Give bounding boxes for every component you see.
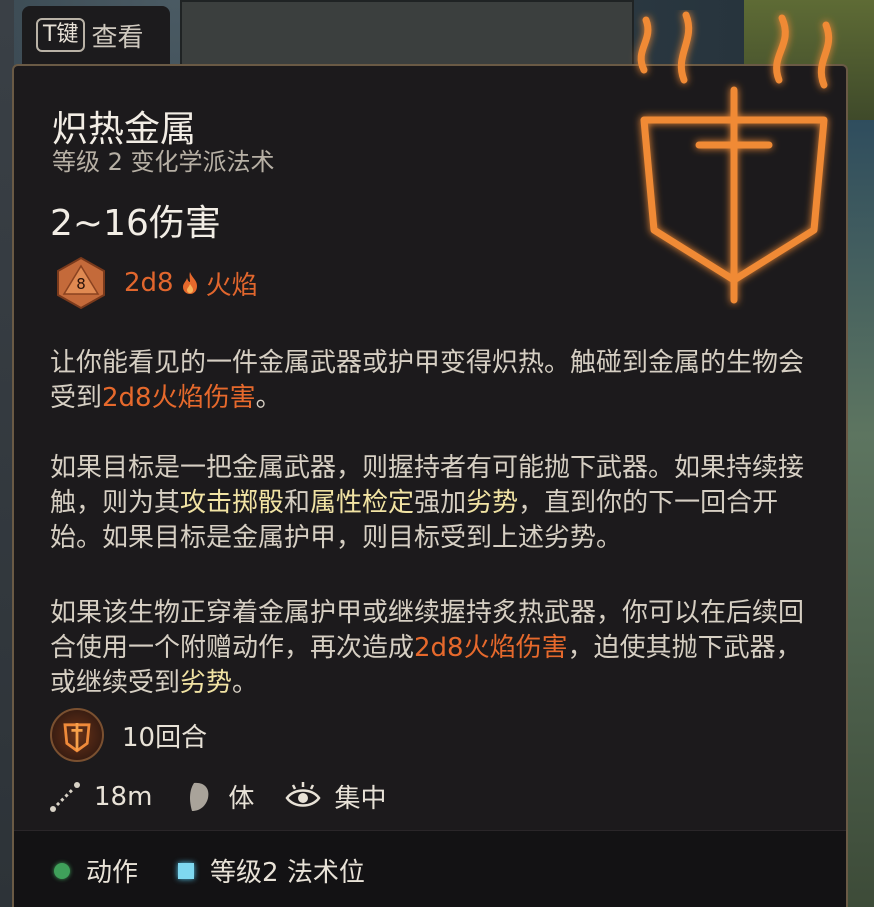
- action-cost-label: 动作: [86, 858, 139, 888]
- spell-subtitle: 等级 2 变化学派法术: [52, 148, 275, 176]
- description-paragraph-2: 如果目标是一把金属武器，则握持者有可能抛下武器。如果持续接触，则为其攻击掷骰和属…: [50, 451, 810, 556]
- desc-text: 。: [255, 383, 282, 413]
- d8-dice-icon: 8: [57, 256, 105, 310]
- description-paragraph-1: 让你能看见的一件金属武器或护甲变得炽热。触碰到金属的生物会受到2d8火焰伤害。: [50, 346, 810, 416]
- hotkey-label: 查看: [91, 22, 144, 53]
- damage-keyword[interactable]: 2d8火焰伤害: [414, 633, 568, 663]
- heat-metal-spell-art-icon: [637, 11, 833, 304]
- duration-icon: [50, 708, 104, 762]
- range-value: 18m: [94, 781, 153, 812]
- duration-text: 10回合: [122, 722, 208, 753]
- description-paragraph-3: 如果该生物正穿着金属护甲或继续握持炙热武器，你可以在后续回合使用一个附赠动作，再…: [50, 596, 810, 701]
- desc-text: 和: [284, 488, 311, 518]
- desc-text: 强加: [414, 488, 467, 518]
- concentration-label: 集中: [334, 784, 387, 814]
- spell-slot-icon: [178, 862, 195, 879]
- range-icon: [50, 781, 80, 812]
- spell-stats-row: 18m 体 集中: [48, 778, 416, 815]
- dice-notation: 2d8: [124, 268, 174, 298]
- desc-text: 。: [232, 668, 259, 698]
- damage-dice-row: 8 2d8 火焰: [54, 256, 258, 310]
- spell-cost-row: 动作 等级2 法术位: [54, 852, 405, 889]
- attack-roll-keyword[interactable]: 攻击掷骰: [180, 488, 284, 518]
- disadvantage-keyword[interactable]: 劣势: [466, 488, 518, 518]
- flame-icon: [182, 272, 197, 294]
- ability-check-keyword[interactable]: 属性检定: [310, 488, 414, 518]
- dice-face-number: 8: [76, 275, 86, 293]
- spell-slot-cost-label: 等级2 法术位: [210, 858, 365, 888]
- disadvantage-keyword[interactable]: 劣势: [180, 668, 232, 698]
- damage-keyword[interactable]: 2d8火焰伤害: [102, 383, 256, 413]
- constitution-save-icon: [190, 782, 209, 811]
- damage-type: 火焰: [205, 270, 258, 301]
- saving-throw-ability: 体: [228, 784, 255, 814]
- damage-range: 2~16伤害: [50, 203, 221, 244]
- concentration-icon: [285, 781, 321, 807]
- scene-crate: [180, 0, 634, 68]
- duration-row: 10回合: [50, 708, 207, 762]
- examine-hotkey-tab[interactable]: T键 查看: [22, 6, 170, 64]
- action-resource-icon: [54, 862, 70, 879]
- hotkey-key: T键: [36, 18, 86, 52]
